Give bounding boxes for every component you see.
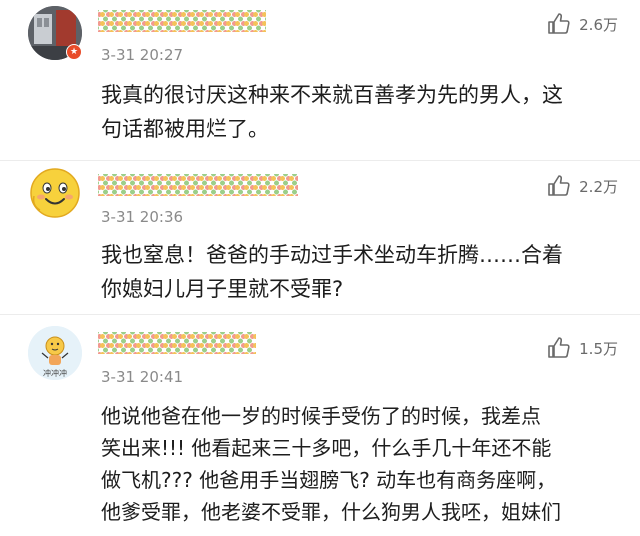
comment-divider: [0, 314, 640, 315]
comment-text: 我真的很讨厌这种来不来就百善孝为先的男人，这 句话都被用烂了。: [101, 83, 563, 141]
comment-item: 3-31 20:36 2.2万 我也窒息！爸爸的手动过手术坐动车折腾……合着 你…: [0, 166, 640, 320]
thumbs-up-icon: [548, 337, 570, 358]
star-badge-icon: ★: [66, 44, 82, 60]
like-count: 1.5万: [579, 339, 618, 358]
like-button[interactable]: 2.6万: [547, 12, 618, 36]
comment-timestamp: 3-31 20:41: [101, 368, 184, 386]
thumbs-up-icon: [548, 13, 570, 34]
cartoon-avatar-icon: 冲冲冲: [28, 326, 82, 380]
comment-text: 他说他爸在他一岁的时候手受伤了的时候，我差点 笑出来!!! 他看起来三十多吧，什…: [101, 404, 561, 524]
smiley-avatar-icon: [30, 168, 80, 218]
comment-text: 我也窒息！爸爸的手动过手术坐动车折腾……合着 你媳妇儿月子里就不受罪?: [101, 243, 563, 301]
username-masked[interactable]: [98, 10, 266, 32]
comment-timestamp: 3-31 20:27: [101, 46, 184, 64]
comment-item: ★ 3-31 20:27 2.6万 我真的很讨厌这种来不来就百善孝为先的男人，这…: [0, 0, 640, 170]
avatar-caption: 冲冲冲: [43, 368, 67, 378]
like-count: 2.6万: [579, 15, 618, 34]
comment-divider: [0, 160, 640, 161]
like-count: 2.2万: [579, 177, 618, 196]
user-avatar[interactable]: 冲冲冲: [28, 326, 82, 380]
comment-timestamp: 3-31 20:36: [101, 208, 184, 226]
like-button[interactable]: 1.5万: [547, 336, 618, 360]
thumbs-up-icon: [548, 175, 570, 196]
comment-item: 冲冲冲 3-31 20:41 1.5万 他说他爸在他一岁的时候手受伤了的时候，我…: [0, 320, 640, 536]
username-masked[interactable]: [98, 174, 298, 196]
user-avatar[interactable]: [28, 166, 82, 220]
like-button[interactable]: 2.2万: [547, 174, 618, 198]
username-masked[interactable]: [98, 332, 256, 354]
